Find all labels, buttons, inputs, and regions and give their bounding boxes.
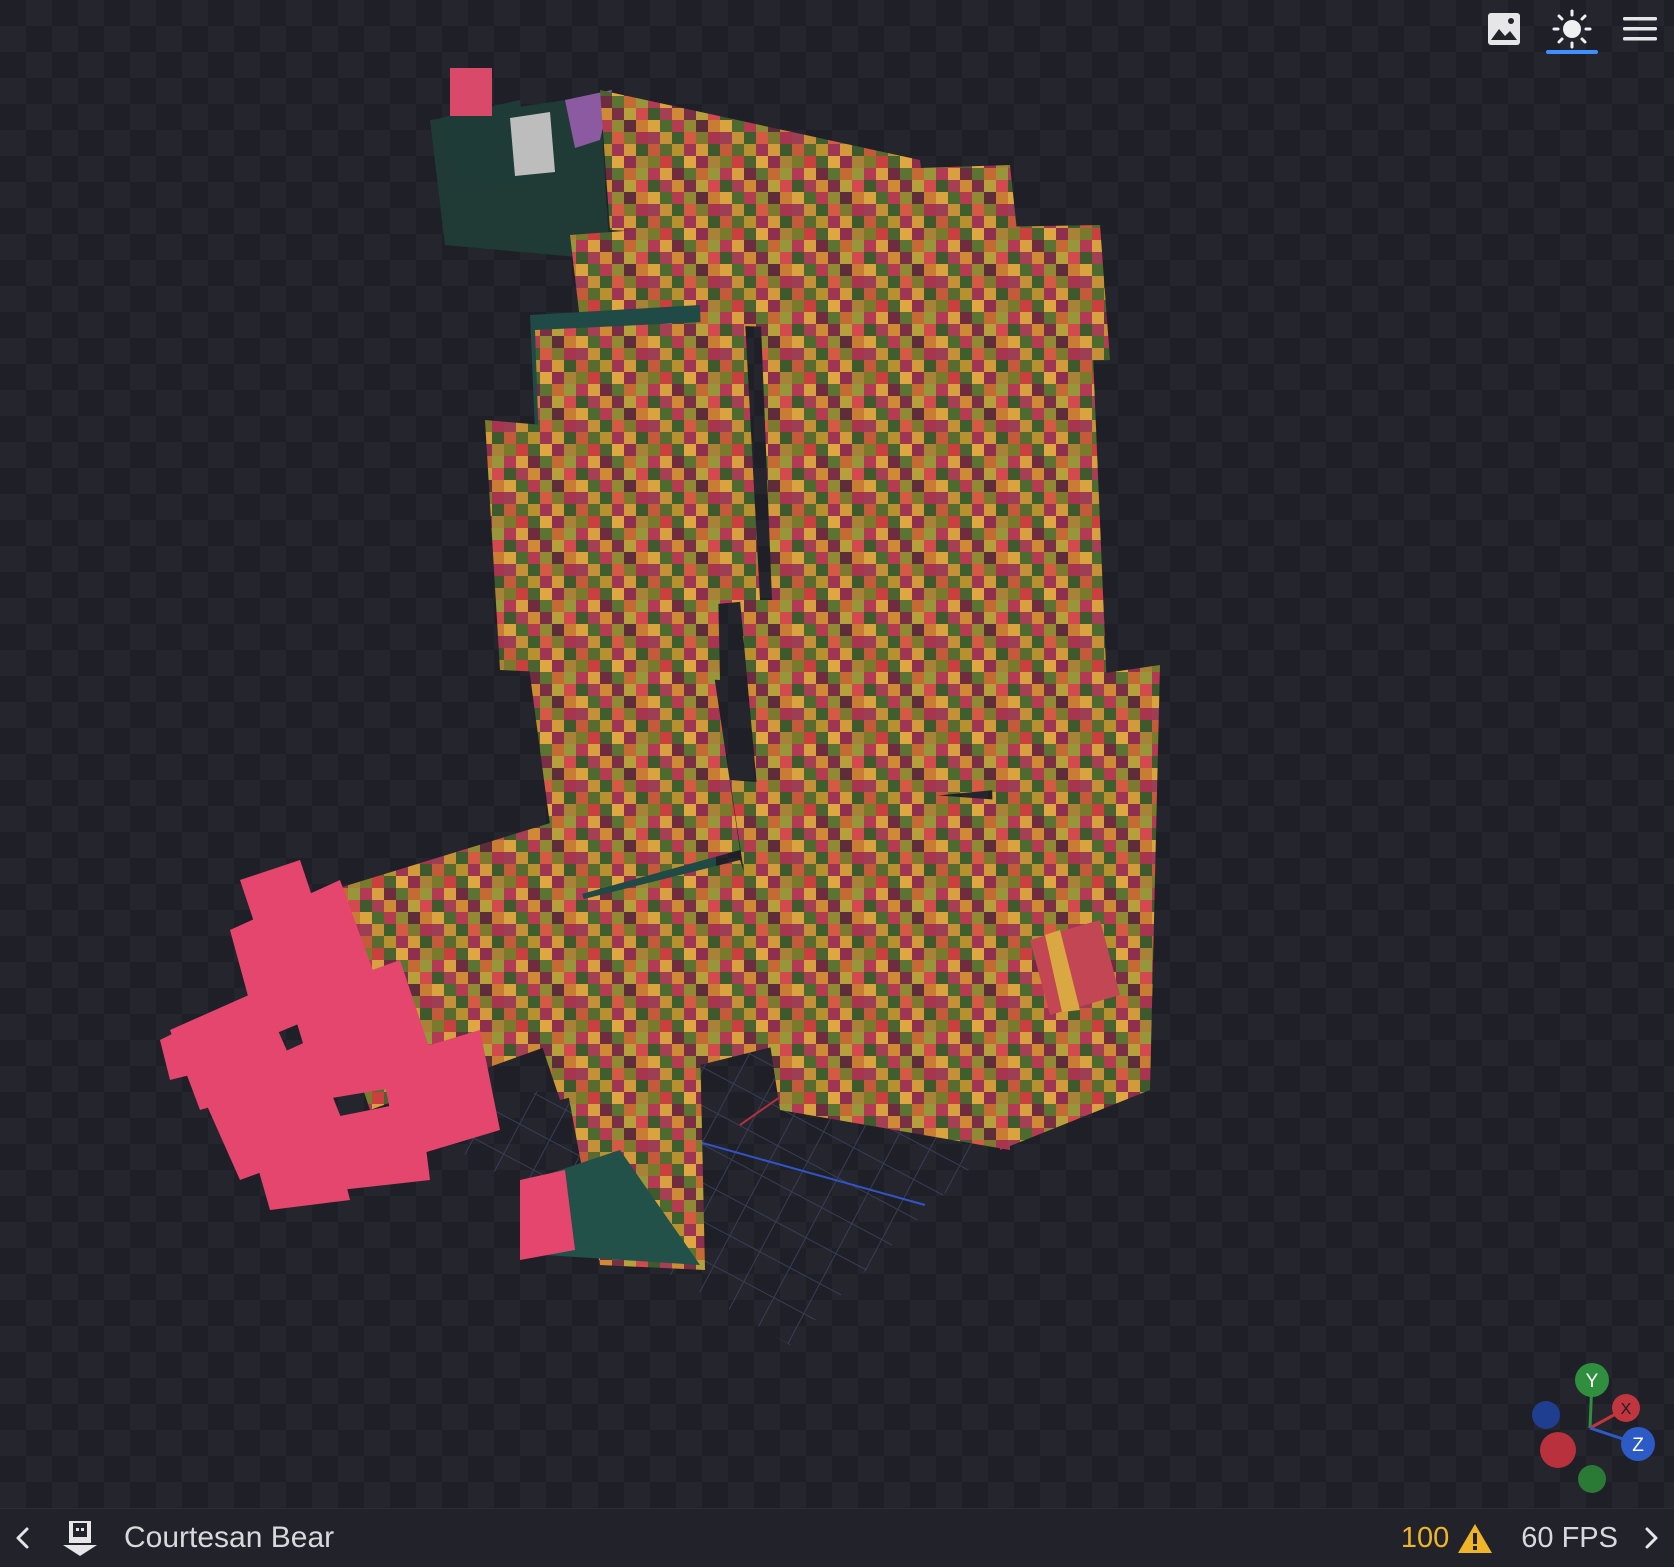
viewport-toolbar [1470,0,1674,58]
3d-viewport[interactable]: Y X Z [0,0,1674,1508]
model-name: Courtesan Bear [124,1521,335,1554]
axis-neg-z-handle [1532,1401,1560,1429]
app-window: Y X Z Courtesan Bear 100 60 FPS [0,0,1674,1567]
lighting-button[interactable] [1538,0,1606,58]
axis-y-label: Y [1586,1371,1599,1392]
chevron-left-icon [16,1527,29,1549]
bear-ear [450,68,492,116]
axis-neg-x-handle [1540,1432,1576,1468]
background-image-button[interactable] [1470,0,1538,58]
model-render [160,68,1160,1345]
axis-neg-y-handle [1578,1465,1606,1493]
status-bar: Courtesan Bear 100 60 FPS [0,1508,1674,1567]
chevron-right-icon [1645,1527,1658,1549]
menu-icon [1623,17,1657,41]
warning-count[interactable]: 100 [1401,1522,1449,1555]
image-icon [1488,13,1520,45]
axis-gizmo[interactable]: Y X Z [1528,1358,1668,1498]
menu-button[interactable] [1606,0,1674,58]
axis-z-label: Z [1632,1435,1644,1456]
next-button[interactable] [1630,1509,1674,1567]
fps-counter: 60 FPS [1521,1521,1618,1554]
bear-eye [510,112,555,176]
axis-x-label: X [1621,1401,1632,1418]
model-type-button[interactable] [58,1509,102,1567]
warning-icon[interactable] [1457,1522,1493,1554]
sun-icon [1552,9,1592,49]
bear-rear [990,665,1160,1150]
prev-button[interactable] [0,1509,44,1567]
model-format-icon [63,1521,97,1556]
